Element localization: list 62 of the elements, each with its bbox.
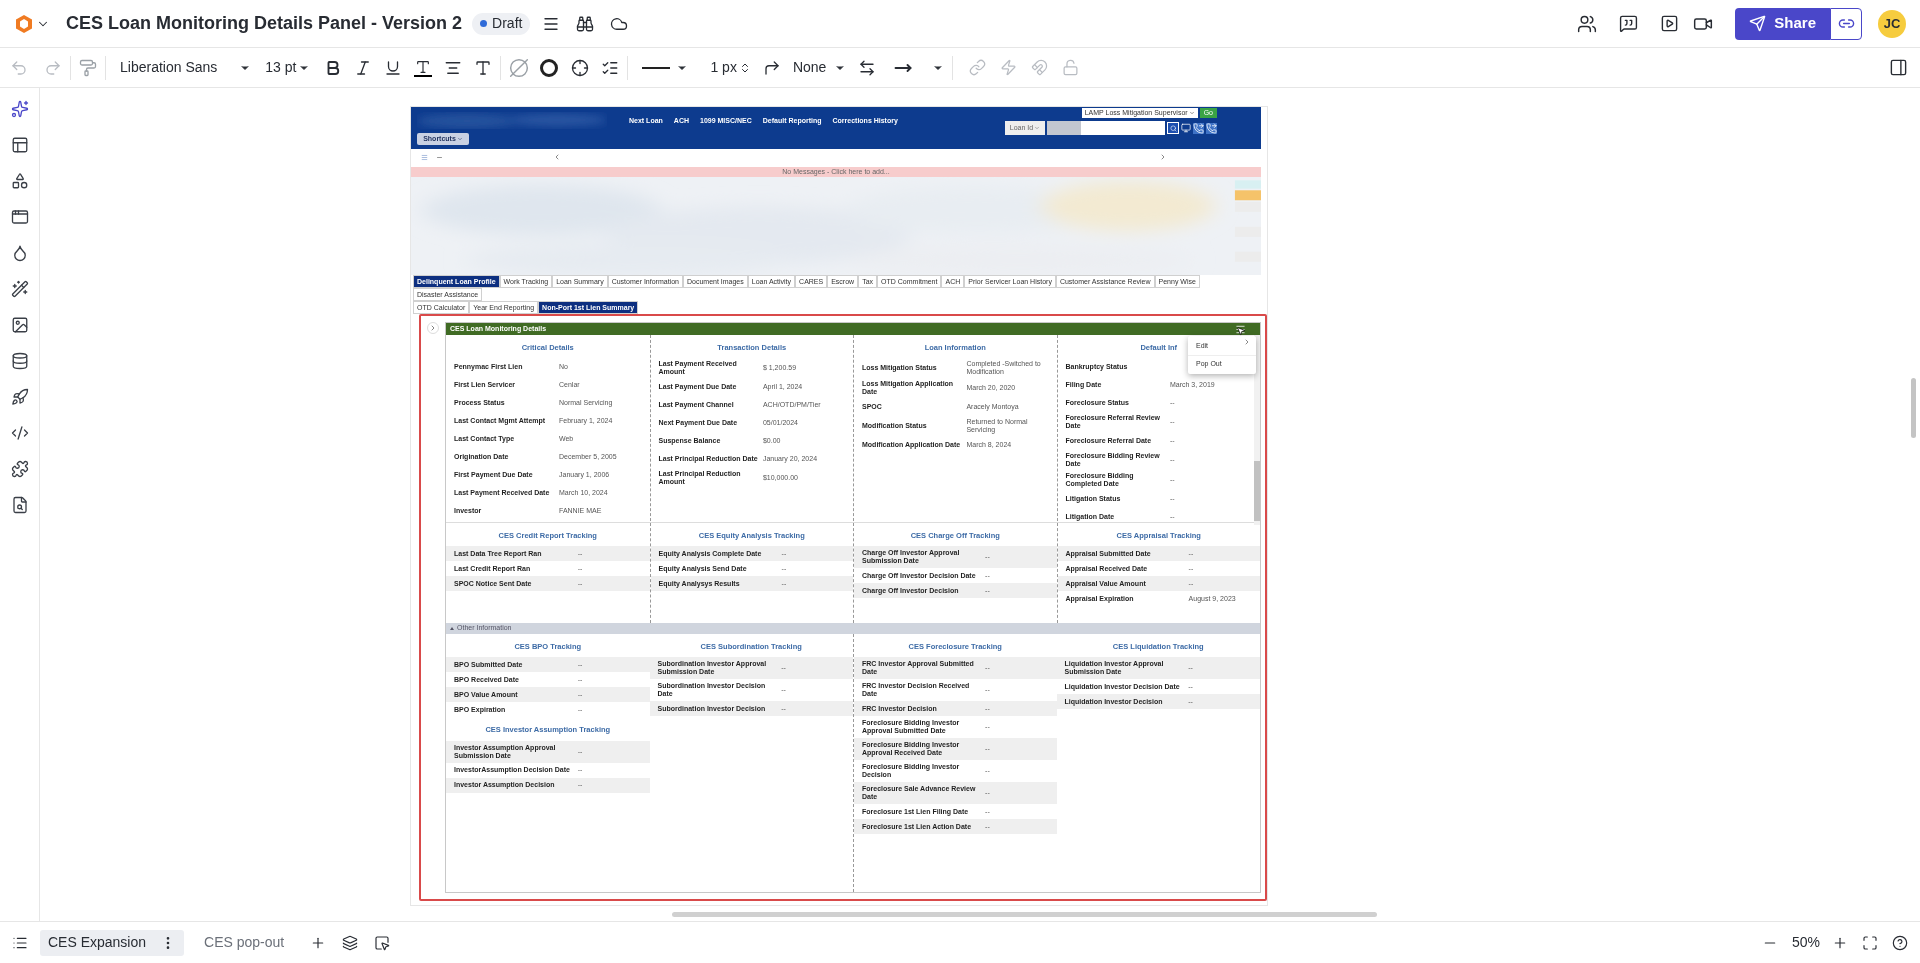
layers-icon[interactable] [342, 934, 359, 951]
window-icon[interactable] [10, 208, 29, 226]
text-color-icon[interactable] [414, 58, 433, 77]
code-icon[interactable] [10, 424, 29, 442]
monitor-icon[interactable] [1181, 123, 1191, 133]
cursor-icon [1236, 326, 1246, 336]
line-width-select[interactable]: 1 px [710, 57, 751, 78]
user-avatar[interactable]: JC [1878, 9, 1906, 38]
page-tab[interactable]: CES pop-out [196, 929, 293, 956]
link-button[interactable] [1830, 7, 1862, 40]
caret-icon [456, 136, 463, 142]
present-icon[interactable] [1660, 14, 1680, 33]
loan-search-field[interactable] [1047, 121, 1165, 135]
phone-icon[interactable] [1193, 122, 1204, 134]
status-badge[interactable]: Draft [472, 12, 531, 35]
swap-icon[interactable] [858, 58, 877, 77]
cursor-square-icon[interactable] [374, 934, 391, 951]
help-icon[interactable] [1892, 934, 1908, 951]
menu-icon[interactable] [1235, 323, 1246, 335]
paint-roller-icon[interactable] [79, 58, 97, 77]
font-select[interactable]: Liberation Sans [114, 57, 258, 78]
share-button[interactable]: Share [1735, 7, 1830, 40]
scrollbar-thumb[interactable] [672, 912, 1377, 917]
page-tab[interactable]: CES Expansion [40, 929, 185, 956]
sparkle-icon[interactable] [10, 100, 29, 118]
redaction-block [1047, 121, 1081, 135]
image-icon[interactable] [10, 316, 29, 334]
magic-wand-icon[interactable] [10, 280, 29, 298]
send-icon [1749, 15, 1767, 32]
layout-icon[interactable] [10, 136, 29, 154]
phone-icon[interactable] [1206, 122, 1217, 134]
scrollbar-thumb[interactable] [1254, 461, 1260, 521]
binoculars-icon[interactable] [576, 14, 595, 33]
toggle-triangle-icon [450, 627, 454, 630]
caret-icon [1034, 125, 1041, 131]
database-icon[interactable] [10, 352, 29, 370]
expand-button[interactable] [427, 322, 439, 334]
rocket-icon[interactable] [10, 388, 29, 406]
fullscreen-icon[interactable] [1862, 934, 1878, 951]
users-icon[interactable] [1577, 13, 1598, 34]
chevron-left-icon[interactable] [553, 153, 561, 161]
crosshair-icon[interactable] [571, 58, 590, 77]
panel-icon[interactable] [1889, 58, 1908, 77]
chevron-right-icon [429, 324, 437, 332]
chevron-right-icon[interactable] [1243, 338, 1251, 346]
border-circle-icon[interactable] [539, 57, 560, 78]
search-button[interactable] [1167, 122, 1179, 134]
connector-icon[interactable] [762, 58, 781, 77]
zoom-level[interactable]: 50% [1791, 932, 1820, 953]
chevron-right-icon[interactable] [1159, 153, 1167, 161]
font-size-select[interactable]: 13 pt [265, 57, 311, 78]
text-options-icon[interactable] [474, 58, 493, 77]
caret-icon [1188, 110, 1195, 116]
comment-icon[interactable] [1619, 14, 1639, 33]
search-icon [1169, 124, 1177, 132]
scrollbar-thumb[interactable] [1911, 378, 1916, 438]
document-title[interactable]: CES Loan Monitoring Details Panel - Version 2 [66, 10, 463, 37]
no-fill-icon[interactable] [509, 57, 530, 78]
file-search-icon[interactable] [10, 496, 29, 514]
shapes-icon[interactable] [10, 172, 29, 190]
line-end-select[interactable]: None [792, 57, 847, 78]
puzzle-icon[interactable] [10, 460, 29, 478]
